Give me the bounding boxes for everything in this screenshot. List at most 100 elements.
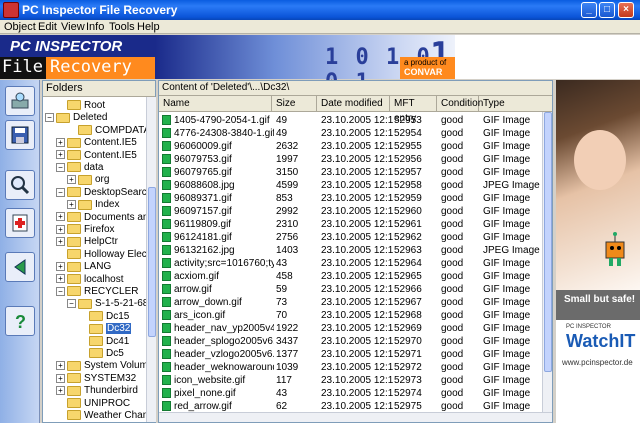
tree-item[interactable]: − Deleted bbox=[45, 111, 107, 124]
list-scrollbar[interactable] bbox=[542, 112, 552, 414]
tree-item[interactable]: + Documents and bbox=[56, 211, 146, 224]
expand-icon[interactable]: + bbox=[56, 237, 65, 247]
table-row[interactable]: 96124181.gif 2756 23.10.2005 12:12 52962 goo… bbox=[159, 231, 544, 244]
table-row[interactable]: icon_website.gif 117 23.10.2005 12:12 52973… bbox=[159, 374, 544, 387]
find-icon[interactable] bbox=[5, 170, 35, 200]
close-button[interactable]: × bbox=[618, 2, 634, 18]
table-row[interactable]: 1405-4790-2054-1.gif 49 23.10.2005 12:12 52… bbox=[159, 114, 544, 127]
table-row[interactable]: 4776-24308-3840-1.gif 49 23.10.2005 12:12 5… bbox=[159, 127, 544, 140]
tree-item[interactable]: + Content.IE5 bbox=[56, 149, 137, 162]
menu-info[interactable]: Info bbox=[86, 21, 104, 33]
col-name[interactable]: Name bbox=[159, 96, 272, 112]
back-icon[interactable] bbox=[5, 252, 35, 282]
save-icon[interactable] bbox=[5, 120, 35, 150]
expand-icon[interactable]: + bbox=[56, 150, 65, 160]
app-icon[interactable] bbox=[3, 2, 19, 18]
tree-item[interactable]: − RECYCLER bbox=[56, 285, 138, 298]
col-date-modified[interactable]: Date modified bbox=[317, 96, 390, 112]
col-mft-entry[interactable]: MFT entry bbox=[390, 96, 437, 124]
tree-item[interactable]: + Index bbox=[67, 198, 119, 211]
collapse-icon[interactable]: − bbox=[56, 286, 65, 296]
minimize-button[interactable]: _ bbox=[581, 2, 597, 18]
tree-item[interactable]: − DesktopSearch bbox=[56, 186, 146, 199]
tree-item[interactable]: + org bbox=[67, 173, 109, 186]
table-row[interactable]: 96132162.jpg 1403 23.10.2005 12:12 52963 goo… bbox=[159, 244, 544, 257]
file-name: 96132162.jpg bbox=[162, 244, 274, 257]
tree-item[interactable]: + HelpCtr bbox=[56, 235, 118, 248]
recover-icon[interactable] bbox=[5, 208, 35, 238]
tree-item[interactable]: Holloway Electr bbox=[56, 248, 146, 261]
menu-view[interactable]: View bbox=[61, 21, 85, 33]
maximize-button[interactable]: □ bbox=[599, 2, 615, 18]
tree-item[interactable]: − data bbox=[56, 161, 103, 174]
table-row[interactable]: 96089371.gif 853 23.10.2005 12:12 52959 good… bbox=[159, 192, 544, 205]
table-row[interactable]: header_vzlogo2005v6.gif1377 23.10.2005 12… bbox=[159, 348, 544, 361]
tree-item[interactable]: Dc41 bbox=[78, 335, 129, 348]
table-row[interactable]: acxiom.gif 458 23.10.2005 12:12 52965 good GI… bbox=[159, 270, 544, 283]
table-row[interactable]: 96079753.gif 1997 23.10.2005 12:12 52956 goo… bbox=[159, 153, 544, 166]
file-type: GIF Image bbox=[483, 362, 531, 373]
expand-icon[interactable]: + bbox=[67, 200, 76, 210]
col-condition[interactable]: Condition bbox=[437, 96, 483, 112]
expand-icon[interactable]: + bbox=[56, 138, 65, 148]
tree-item[interactable]: UNIPROC bbox=[56, 397, 130, 410]
title-bar[interactable]: PC Inspector File Recovery _ □ × bbox=[0, 0, 640, 20]
collapse-icon[interactable]: − bbox=[56, 187, 65, 197]
ad-panel[interactable]: Small but safe! PC INSPECTOR WatchIT www… bbox=[556, 80, 640, 423]
collapse-icon[interactable]: − bbox=[67, 299, 76, 309]
expand-icon[interactable]: + bbox=[67, 175, 76, 185]
collapse-icon[interactable]: − bbox=[45, 113, 54, 123]
tree-item[interactable]: Dc15 bbox=[78, 310, 129, 323]
tree-item[interactable]: Dc32 bbox=[78, 322, 132, 335]
drive-open-icon[interactable] bbox=[5, 86, 35, 116]
help-icon[interactable]: ? bbox=[5, 306, 35, 336]
tree-item[interactable]: Root bbox=[56, 99, 105, 112]
ad-site[interactable]: www.pcinspector.de bbox=[562, 358, 633, 367]
tree-item[interactable]: + Thunderbird bbox=[56, 384, 138, 397]
table-row[interactable]: ars_icon.gif 70 23.10.2005 12:12 52968 good G… bbox=[159, 309, 544, 322]
menu-object[interactable]: Object bbox=[4, 21, 36, 33]
col-type[interactable]: Type bbox=[479, 96, 552, 112]
table-row[interactable]: activity;src=1016760;typ...43 23.10.2005 … bbox=[159, 257, 544, 270]
menu-edit[interactable]: Edit bbox=[38, 21, 57, 33]
app-window: PC Inspector File Recovery _ □ × Object … bbox=[0, 0, 640, 423]
table-row[interactable]: 96079765.gif 3150 23.10.2005 12:12 52957 goo… bbox=[159, 166, 544, 179]
tree-item[interactable]: + Firefox bbox=[56, 223, 115, 236]
tree-item[interactable]: − S-1-5-21-68 bbox=[67, 297, 146, 310]
list-scroll-thumb[interactable] bbox=[544, 112, 552, 372]
folders-scroll-thumb[interactable] bbox=[148, 187, 156, 337]
folders-scrollbar[interactable] bbox=[146, 97, 156, 422]
menu-tools[interactable]: Tools bbox=[109, 21, 135, 33]
expand-icon[interactable]: + bbox=[56, 212, 65, 222]
tree-item[interactable]: + System Volume bbox=[56, 359, 146, 372]
expand-icon[interactable]: + bbox=[56, 224, 65, 234]
expand-icon[interactable]: + bbox=[56, 373, 65, 383]
expand-icon[interactable]: + bbox=[56, 386, 65, 396]
tree-item[interactable]: Dc5 bbox=[78, 347, 124, 360]
table-row[interactable]: arrow_down.gif 73 23.10.2005 12:12 52967 goo… bbox=[159, 296, 544, 309]
file-name: ars_icon.gif bbox=[162, 309, 274, 322]
table-row[interactable]: header_splogo2005v6.gif3437 23.10.2005 12… bbox=[159, 335, 544, 348]
collapse-icon[interactable]: − bbox=[56, 162, 65, 172]
tree-item[interactable]: + Content.IE5 bbox=[56, 136, 137, 149]
col-size[interactable]: Size bbox=[272, 96, 317, 112]
list-hscrollbar[interactable] bbox=[159, 412, 552, 422]
table-row[interactable]: 96060009.gif 2632 23.10.2005 12:12 52955 goo… bbox=[159, 140, 544, 153]
file-type: GIF Image bbox=[483, 375, 531, 386]
expand-icon[interactable]: + bbox=[56, 262, 65, 272]
menu-help[interactable]: Help bbox=[137, 21, 160, 33]
expand-icon[interactable]: + bbox=[56, 274, 65, 284]
tree-item[interactable]: + LANG bbox=[56, 260, 111, 273]
table-row[interactable]: arrow.gif 59 23.10.2005 12:12 52966 good GIF … bbox=[159, 283, 544, 296]
table-row[interactable]: 96119809.gif 2310 23.10.2005 12:12 52961 goo… bbox=[159, 218, 544, 231]
table-row[interactable]: header_weknowaroundh...1039 23.10.2005 12… bbox=[159, 361, 544, 374]
expand-icon[interactable]: + bbox=[56, 361, 65, 371]
tree-item[interactable]: + localhost bbox=[56, 273, 123, 286]
tree-item[interactable]: + SYSTEM32 bbox=[56, 372, 136, 385]
table-row[interactable]: header_nav_yp2005v4.gif1922 23.10.2005 12… bbox=[159, 322, 544, 335]
table-row[interactable]: 96088608.jpg 4599 23.10.2005 12:12 52958 goo… bbox=[159, 179, 544, 192]
table-row[interactable]: pixel_none.gif 43 23.10.2005 12:12 52974 goo… bbox=[159, 387, 544, 400]
tree-item[interactable]: COMPDATA bbox=[67, 124, 146, 137]
table-row[interactable]: 96097157.gif 2992 23.10.2005 12:12 52960 goo… bbox=[159, 205, 544, 218]
tree-item[interactable]: Weather Chann bbox=[56, 409, 146, 422]
